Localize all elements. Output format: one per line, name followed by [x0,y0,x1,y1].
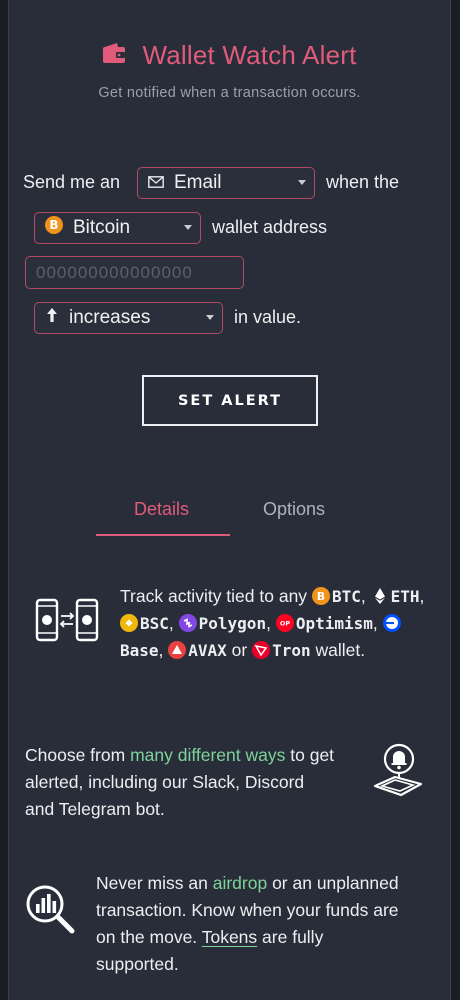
coin-polygon: Polygon [198,614,267,633]
in-value-label: in value. [234,307,302,327]
bitcoin-icon: B [45,216,63,240]
coin-eth: ETH [390,587,420,606]
coin-optimism: Optimism [295,614,373,633]
detail-airdrop-text-a: Never miss an [96,873,208,893]
or-text: or [231,640,248,660]
channel-value: Email [174,172,222,193]
send-me-label: Send me an [23,172,121,192]
wallet-watch-card: Wallet Watch Alert Get notified when a t… [8,0,451,1000]
detail-airdrop-text-d: on the move. [96,927,198,947]
detail-airdrop-text-b: or an unplanned [272,873,399,893]
svg-text:OP: OP [280,620,291,628]
phone-notification-icon [371,742,425,803]
coin-btc: BTC [331,587,361,606]
coin-base: Base [120,641,159,660]
arrow-up-icon [45,307,59,329]
detail-airdrop-text-f: supported. [96,954,179,974]
eth-icon [371,587,389,605]
tokens-link[interactable]: Tokens [202,927,257,947]
wallet-icon [102,42,126,69]
tab-options[interactable]: Options [263,499,325,520]
detail-channels-paragraph: Choose from many different ways to get a… [25,742,370,823]
tron-icon [252,641,271,659]
chevron-down-icon [184,225,192,230]
page-subtitle: Get notified when a transaction occurs. [98,85,361,101]
polygon-icon [178,614,197,632]
optimism-icon: OP [275,614,294,632]
page-title: Wallet Watch Alert [142,40,357,70]
coin-tron: Tron [272,641,311,660]
wallet-address-label: wallet address [212,217,328,237]
header: Wallet Watch Alert Get notified when a t… [9,40,450,101]
channel-select[interactable]: Email [137,167,315,199]
when-the-label: when the [326,172,400,192]
detail-coins-paragraph: Track activity tied to any B BTC, ETH, BS… [120,586,425,660]
phone-transfer-icon [35,598,99,647]
detail-airdrop-text-e: are fully [262,927,324,947]
chevron-down-icon [298,180,306,185]
svg-text:B: B [49,218,58,232]
detail-channels-text-d: and Telegram bot. [25,799,165,819]
detail-coins-text: Track activity tied to any [120,586,308,606]
detail-airdrop-text-c: transaction. Know when your funds are [96,900,399,920]
wallet-text: wallet. [315,640,366,660]
direction-select[interactable]: increases [34,302,223,334]
coin-select[interactable]: B Bitcoin [34,212,201,244]
coin-value: Bitcoin [73,217,131,238]
set-alert-button[interactable]: SET ALERT [142,375,318,426]
btc-icon: B [311,587,330,605]
coin-avax: AVAX [188,641,227,660]
airdrop-link[interactable]: airdrop [213,873,267,893]
avax-icon [168,641,187,659]
chevron-down-icon [206,315,214,320]
bsc-icon [120,614,138,632]
many-ways-link[interactable]: many different ways [130,745,285,765]
tab-details[interactable]: Details [134,499,189,520]
search-analytics-icon [25,884,77,941]
coin-bsc: BSC [140,614,169,633]
wallet-address-input[interactable] [25,256,244,289]
active-tab-indicator [96,534,230,536]
detail-channels-text-b: to get [290,745,335,765]
direction-value: increases [69,307,151,328]
base-icon [382,614,401,632]
svg-text:B: B [317,590,325,603]
envelope-icon [148,172,164,194]
detail-channels-text-a: Choose from [25,745,126,765]
detail-airdrop-paragraph: Never miss an airdrop or an unplanned tr… [96,870,441,978]
detail-channels-text-c: alerted, including our Slack, Discord [25,772,305,792]
